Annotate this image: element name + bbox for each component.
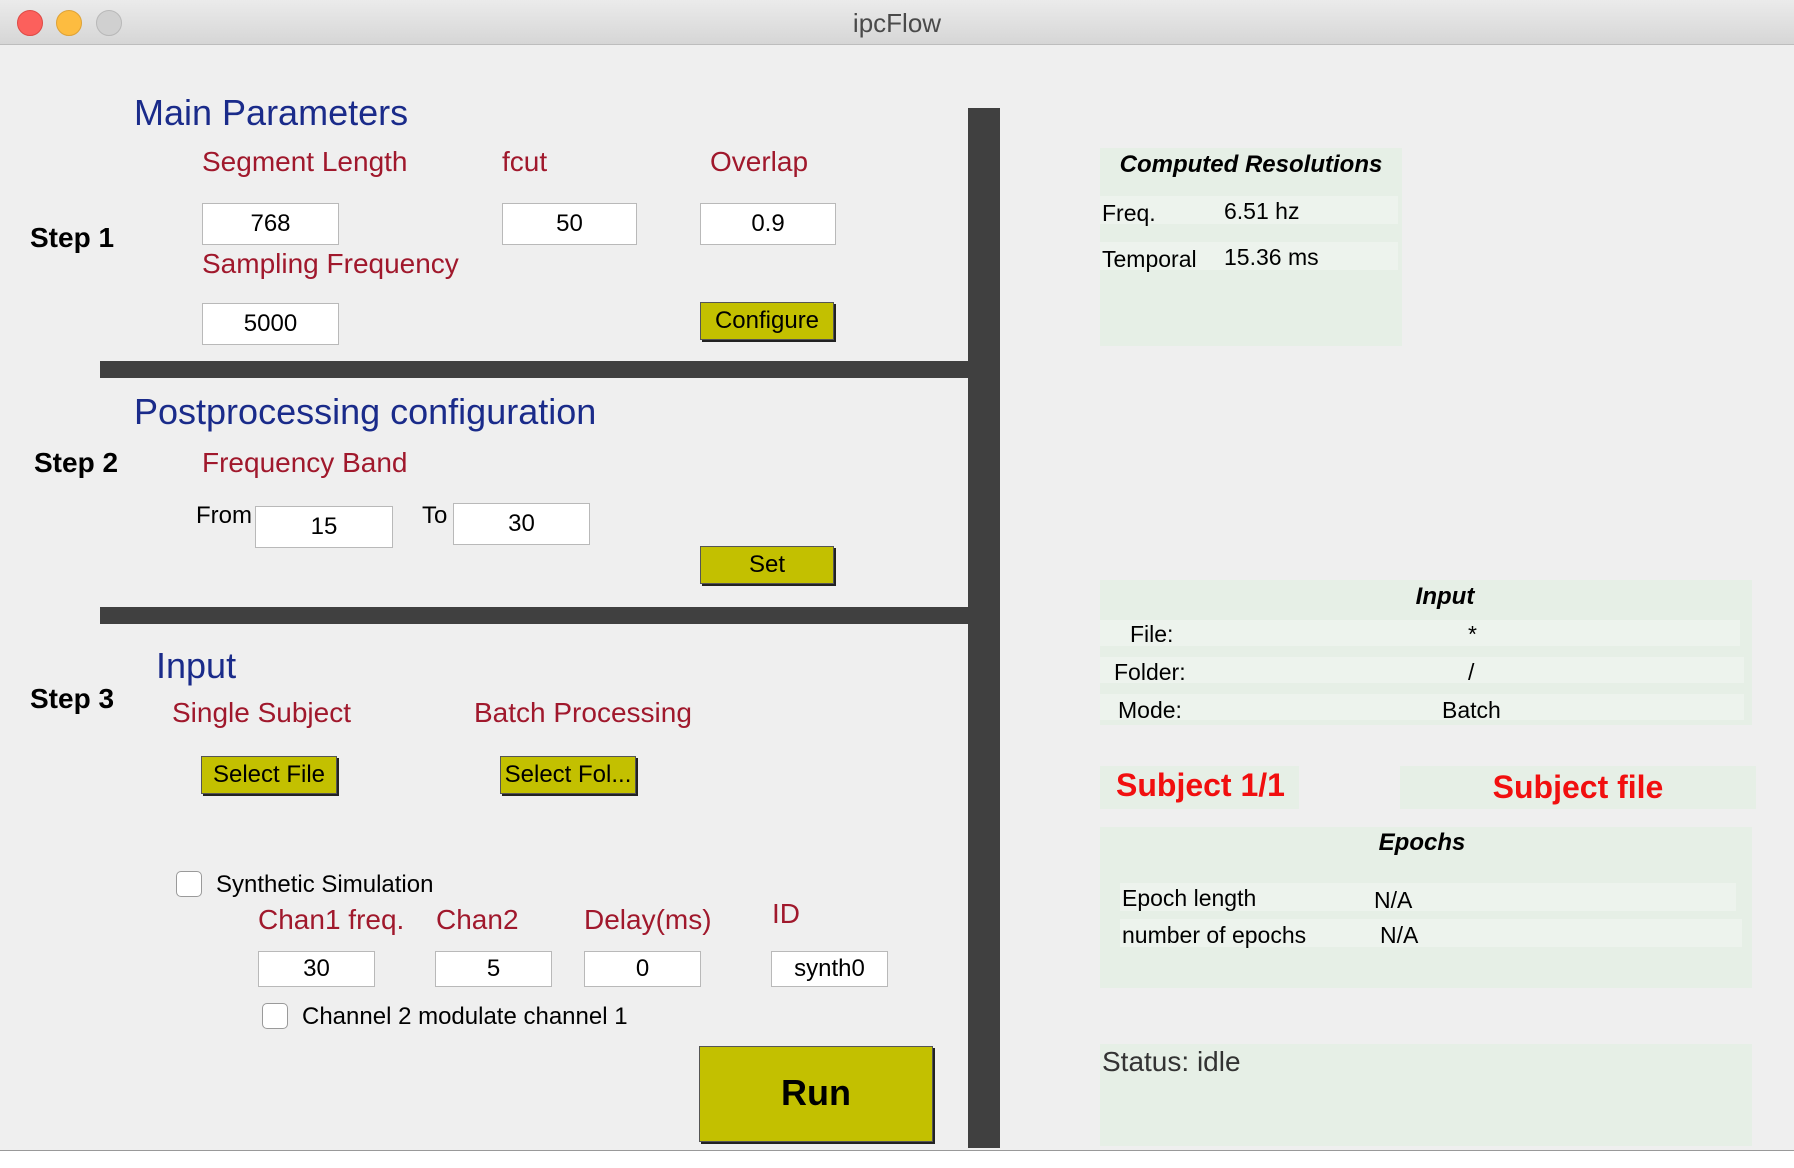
- sampling-frequency-label: Sampling Frequency: [202, 248, 459, 279]
- segment-length-label: Segment Length: [202, 146, 408, 177]
- title-bar: ipcFlow: [0, 0, 1794, 45]
- mode-row-bg: [1100, 694, 1744, 720]
- freq-value: 6.51 hz: [1224, 198, 1300, 224]
- mode-label: Mode:: [1118, 697, 1182, 723]
- delay-input[interactable]: [584, 951, 701, 987]
- input-heading: Input: [156, 645, 237, 686]
- from-label: From: [196, 502, 252, 529]
- batch-processing-label: Batch Processing: [474, 697, 692, 728]
- computed-resolutions-panel: Computed Resolutions Freq. 6.51 hz Tempo…: [1100, 148, 1402, 346]
- set-button[interactable]: Set: [700, 546, 834, 584]
- modulate-checkbox[interactable]: [262, 1003, 288, 1029]
- epochs-title: Epochs: [1378, 829, 1466, 856]
- epochs-panel: Epochs Epoch length N/A number of epochs…: [1100, 827, 1752, 988]
- step1-divider: [100, 361, 970, 378]
- folder-value: /: [1468, 659, 1475, 685]
- overlap-input[interactable]: [700, 203, 836, 245]
- segment-length-input[interactable]: [202, 203, 339, 245]
- postprocessing-heading: Postprocessing configuration: [134, 391, 597, 432]
- to-input[interactable]: [453, 503, 590, 545]
- chan2-label: Chan2: [436, 904, 519, 935]
- vertical-divider: [968, 108, 1000, 1148]
- step3-label: Step 3: [30, 683, 115, 714]
- epoch-count-value: N/A: [1380, 922, 1419, 948]
- step1-label: Step 1: [30, 222, 115, 253]
- run-button[interactable]: Run: [699, 1046, 933, 1142]
- window-title: ipcFlow: [852, 8, 942, 38]
- modulate-label: Channel 2 modulate channel 1: [302, 1003, 628, 1030]
- input-info-panel: Input File: * Folder: / Mode: Batch: [1100, 580, 1752, 725]
- single-subject-label: Single Subject: [172, 697, 352, 728]
- temporal-value: 15.36 ms: [1224, 244, 1319, 270]
- temporal-label: Temporal: [1102, 246, 1197, 272]
- epoch-count-label: number of epochs: [1122, 922, 1307, 948]
- mode-value: Batch: [1442, 697, 1501, 723]
- synthetic-simulation-label: Synthetic Simulation: [216, 871, 434, 898]
- chan2-input[interactable]: [435, 951, 552, 987]
- select-file-button[interactable]: Select File: [201, 756, 337, 794]
- sampling-frequency-input[interactable]: [202, 303, 339, 345]
- app-window: ipcFlow Step 1 Main Parameters Segment L…: [0, 0, 1794, 1168]
- subject-file-box: Subject file: [1400, 766, 1756, 809]
- folder-label: Folder:: [1114, 659, 1186, 685]
- id-input[interactable]: [771, 951, 888, 987]
- step2-label: Step 2: [34, 447, 119, 478]
- id-label: ID: [772, 898, 800, 929]
- chan1-freq-input[interactable]: [258, 951, 375, 987]
- synthetic-simulation-checkbox[interactable]: [176, 871, 202, 897]
- subject-file: Subject file: [1492, 769, 1664, 805]
- freq-label: Freq.: [1102, 200, 1156, 226]
- configure-button[interactable]: Configure: [700, 302, 834, 340]
- from-input[interactable]: [255, 506, 393, 548]
- subject-counter-box: Subject 1/1: [1100, 766, 1299, 809]
- step2-divider: [100, 607, 970, 624]
- epoch-length-value: N/A: [1374, 887, 1413, 913]
- fcut-input[interactable]: [502, 203, 637, 245]
- delay-label: Delay(ms): [584, 904, 712, 935]
- window-bottom-edge: [0, 1150, 1794, 1168]
- select-folder-button[interactable]: Select Fol...: [500, 756, 636, 794]
- status-panel: Status: idle: [1100, 1044, 1752, 1146]
- fcut-label: fcut: [502, 146, 548, 177]
- input-panel-title: Input: [1415, 583, 1475, 610]
- epoch-length-label: Epoch length: [1122, 885, 1257, 911]
- file-value: *: [1468, 621, 1477, 647]
- computed-resolutions-title: Computed Resolutions: [1119, 151, 1383, 178]
- frequency-band-label: Frequency Band: [202, 447, 408, 478]
- file-row-bg: [1100, 620, 1740, 646]
- chan1-freq-label: Chan1 freq.: [258, 904, 405, 935]
- status-text: Status: idle: [1102, 1046, 1241, 1077]
- to-label: To: [422, 502, 448, 529]
- subject-counter: Subject 1/1: [1116, 767, 1285, 803]
- overlap-label: Overlap: [710, 146, 809, 177]
- main-parameters-heading: Main Parameters: [134, 92, 409, 133]
- folder-row-bg: [1100, 657, 1744, 683]
- file-label: File:: [1130, 621, 1174, 647]
